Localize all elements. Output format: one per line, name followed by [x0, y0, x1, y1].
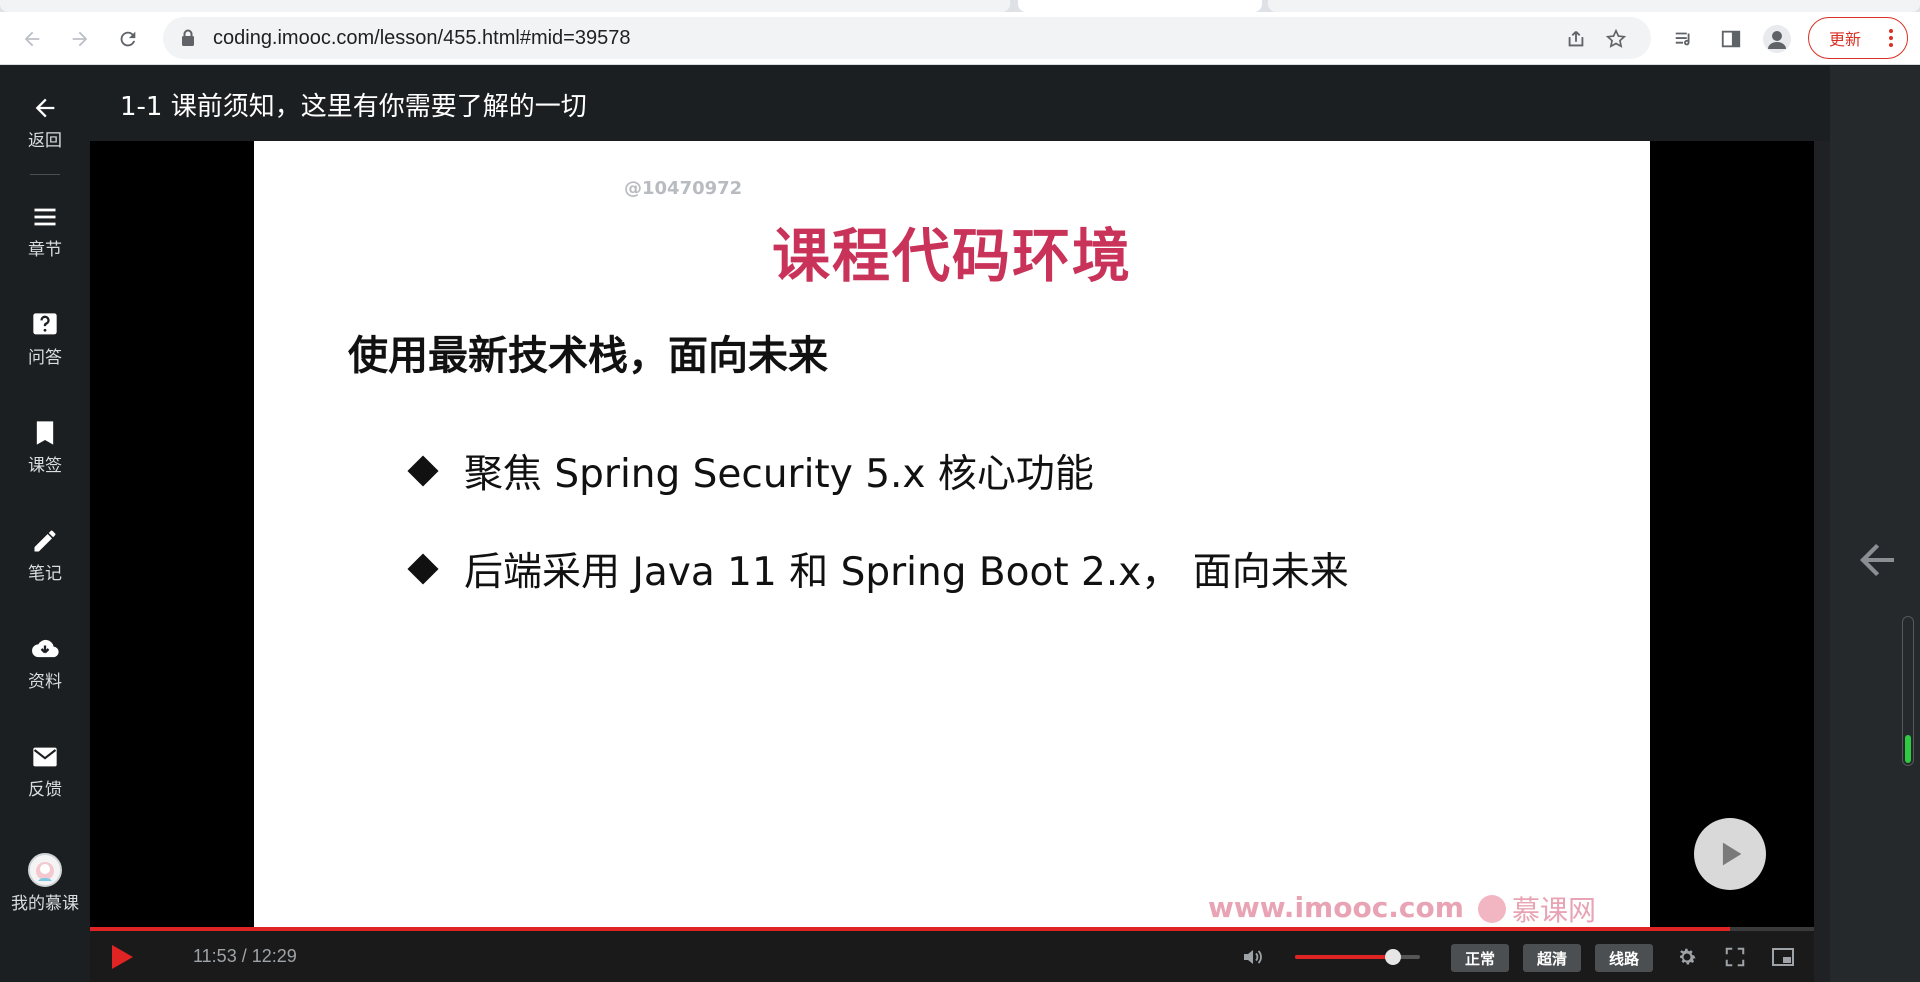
panel-scrollbar[interactable] — [1902, 616, 1914, 766]
rail-label: 资料 — [28, 672, 62, 692]
rail-label: 我的慕课 — [11, 894, 79, 914]
browser-toolbar: coding.imooc.com/lesson/455.html#mid=395… — [0, 12, 1920, 65]
rail-label: 课签 — [28, 456, 62, 476]
volume-button[interactable] — [1240, 945, 1266, 969]
arrow-left-icon — [1860, 544, 1894, 576]
playlist-icon — [1675, 32, 1690, 46]
diamond-bullet-icon — [407, 455, 439, 487]
reading-list-button[interactable] — [1670, 25, 1698, 53]
quality-button[interactable]: 超清 — [1523, 944, 1581, 972]
route-button[interactable]: 线路 — [1595, 944, 1653, 972]
browser-tab[interactable] — [1268, 0, 1920, 12]
web-fullscreen-button[interactable] — [1770, 944, 1796, 970]
rail-item-bookmarks[interactable]: 课签 — [0, 417, 90, 476]
scroll-indicator — [1905, 735, 1911, 763]
center-play-button[interactable] — [1694, 818, 1766, 890]
speed-button[interactable]: 正常 — [1451, 944, 1509, 972]
slide-bullet: 聚焦 Spring Security 5.x 核心功能 — [407, 443, 1094, 499]
fullscreen-button[interactable] — [1722, 944, 1748, 970]
rail-label: 反馈 — [28, 780, 62, 800]
rail-label: 笔记 — [28, 564, 62, 584]
side-panel-icon — [1721, 30, 1741, 48]
url-text: coding.imooc.com/lesson/455.html#mid=395… — [213, 27, 631, 49]
fullscreen-icon — [1725, 947, 1745, 967]
browser-tab[interactable] — [0, 0, 1010, 12]
slide-subtitle: 使用最新技术栈，面向未来 — [348, 333, 828, 379]
video-frame-slide: @10470972 课程代码环境 使用最新技术栈，面向未来 聚焦 Spring … — [254, 141, 1650, 927]
right-panel — [1830, 66, 1920, 982]
side-panel-button[interactable] — [1717, 25, 1745, 53]
rail-item-back[interactable]: 返回 — [0, 92, 90, 151]
time-display: 11:53 / 12:29 — [193, 946, 297, 966]
forward-icon — [72, 31, 88, 47]
flame-logo-icon — [1478, 895, 1506, 923]
update-label: 更新 — [1829, 30, 1862, 49]
play-icon — [112, 945, 133, 969]
settings-button[interactable] — [1674, 944, 1700, 970]
player-controls: 11:53 / 12:29 正常 超清 线路 — [90, 931, 1814, 982]
rail-divider — [30, 174, 60, 175]
brand-watermark: 慕课网 — [1478, 889, 1596, 927]
person-icon — [1768, 31, 1786, 49]
forward-button[interactable] — [65, 24, 95, 54]
avatar-icon — [28, 853, 62, 887]
bookmark-icon — [29, 417, 61, 449]
volume-icon — [1244, 950, 1262, 964]
window-icon — [1772, 948, 1794, 966]
lock-icon — [182, 29, 194, 46]
lesson-header: 1-1 课前须知，这里有你需要了解的一切 — [90, 66, 1830, 141]
rail-label: 返回 — [28, 131, 62, 151]
brand-watermark-text: 慕课网 — [1512, 894, 1597, 927]
rail-item-chapters[interactable]: 章节 — [0, 201, 90, 260]
address-bar[interactable]: coding.imooc.com/lesson/455.html#mid=395… — [163, 17, 1651, 59]
pencil-icon — [29, 525, 61, 557]
rail-item-notes[interactable]: 笔记 — [0, 525, 90, 584]
volume-slider[interactable] — [1295, 949, 1420, 965]
update-button[interactable]: 更新 — [1808, 17, 1908, 59]
browser-tab-active[interactable] — [1018, 0, 1262, 12]
gear-icon — [1680, 948, 1696, 965]
tab-strip — [0, 0, 1920, 12]
lesson-title: 1-1 课前须知，这里有你需要了解的一切 — [120, 92, 587, 122]
left-rail: 返回 章节 问答 课签 笔记 资料 反馈 我的慕课 — [0, 66, 90, 982]
bullet-text: 后端采用 Java 11 和 Spring Boot 2.x， 面向未来 — [464, 550, 1349, 595]
profile-button[interactable] — [1763, 25, 1791, 53]
slide-bullet: 后端采用 Java 11 和 Spring Boot 2.x， 面向未来 — [407, 541, 1349, 597]
star-icon — [1605, 28, 1627, 48]
volume-knob[interactable] — [1384, 949, 1401, 965]
video-player[interactable]: @10470972 课程代码环境 使用最新技术栈，面向未来 聚焦 Spring … — [90, 141, 1814, 927]
share-icon — [1568, 31, 1584, 47]
back-arrow-icon — [29, 92, 61, 124]
reload-button[interactable] — [113, 24, 143, 54]
slide-title: 课程代码环境 — [771, 222, 1132, 290]
site-watermark: www.imooc.com — [1208, 891, 1464, 924]
expand-panel-button[interactable] — [1850, 536, 1902, 584]
rail-item-qa[interactable]: 问答 — [0, 309, 90, 368]
rail-item-materials[interactable]: 资料 — [0, 633, 90, 692]
reload-icon — [120, 31, 136, 47]
volume-fill — [1295, 955, 1393, 959]
rail-label: 问答 — [28, 348, 62, 368]
back-button[interactable] — [17, 24, 47, 54]
rail-item-my-imooc[interactable]: 我的慕课 — [0, 853, 90, 914]
rail-item-feedback[interactable]: 反馈 — [0, 741, 90, 800]
question-icon — [29, 309, 61, 341]
bookmark-star-button[interactable] — [1603, 26, 1629, 52]
rail-label: 章节 — [28, 240, 62, 260]
diamond-bullet-icon — [407, 553, 439, 585]
menu-icon — [29, 201, 61, 233]
mail-icon — [29, 741, 61, 773]
cloud-download-icon — [29, 633, 61, 665]
more-vert-icon — [1889, 29, 1893, 47]
share-button[interactable] — [1563, 26, 1589, 52]
play-icon — [1722, 842, 1742, 866]
back-icon — [24, 31, 40, 47]
play-button[interactable] — [110, 944, 134, 970]
bullet-text: 聚焦 Spring Security 5.x 核心功能 — [464, 452, 1094, 497]
user-id-watermark: @10470972 — [624, 178, 743, 199]
